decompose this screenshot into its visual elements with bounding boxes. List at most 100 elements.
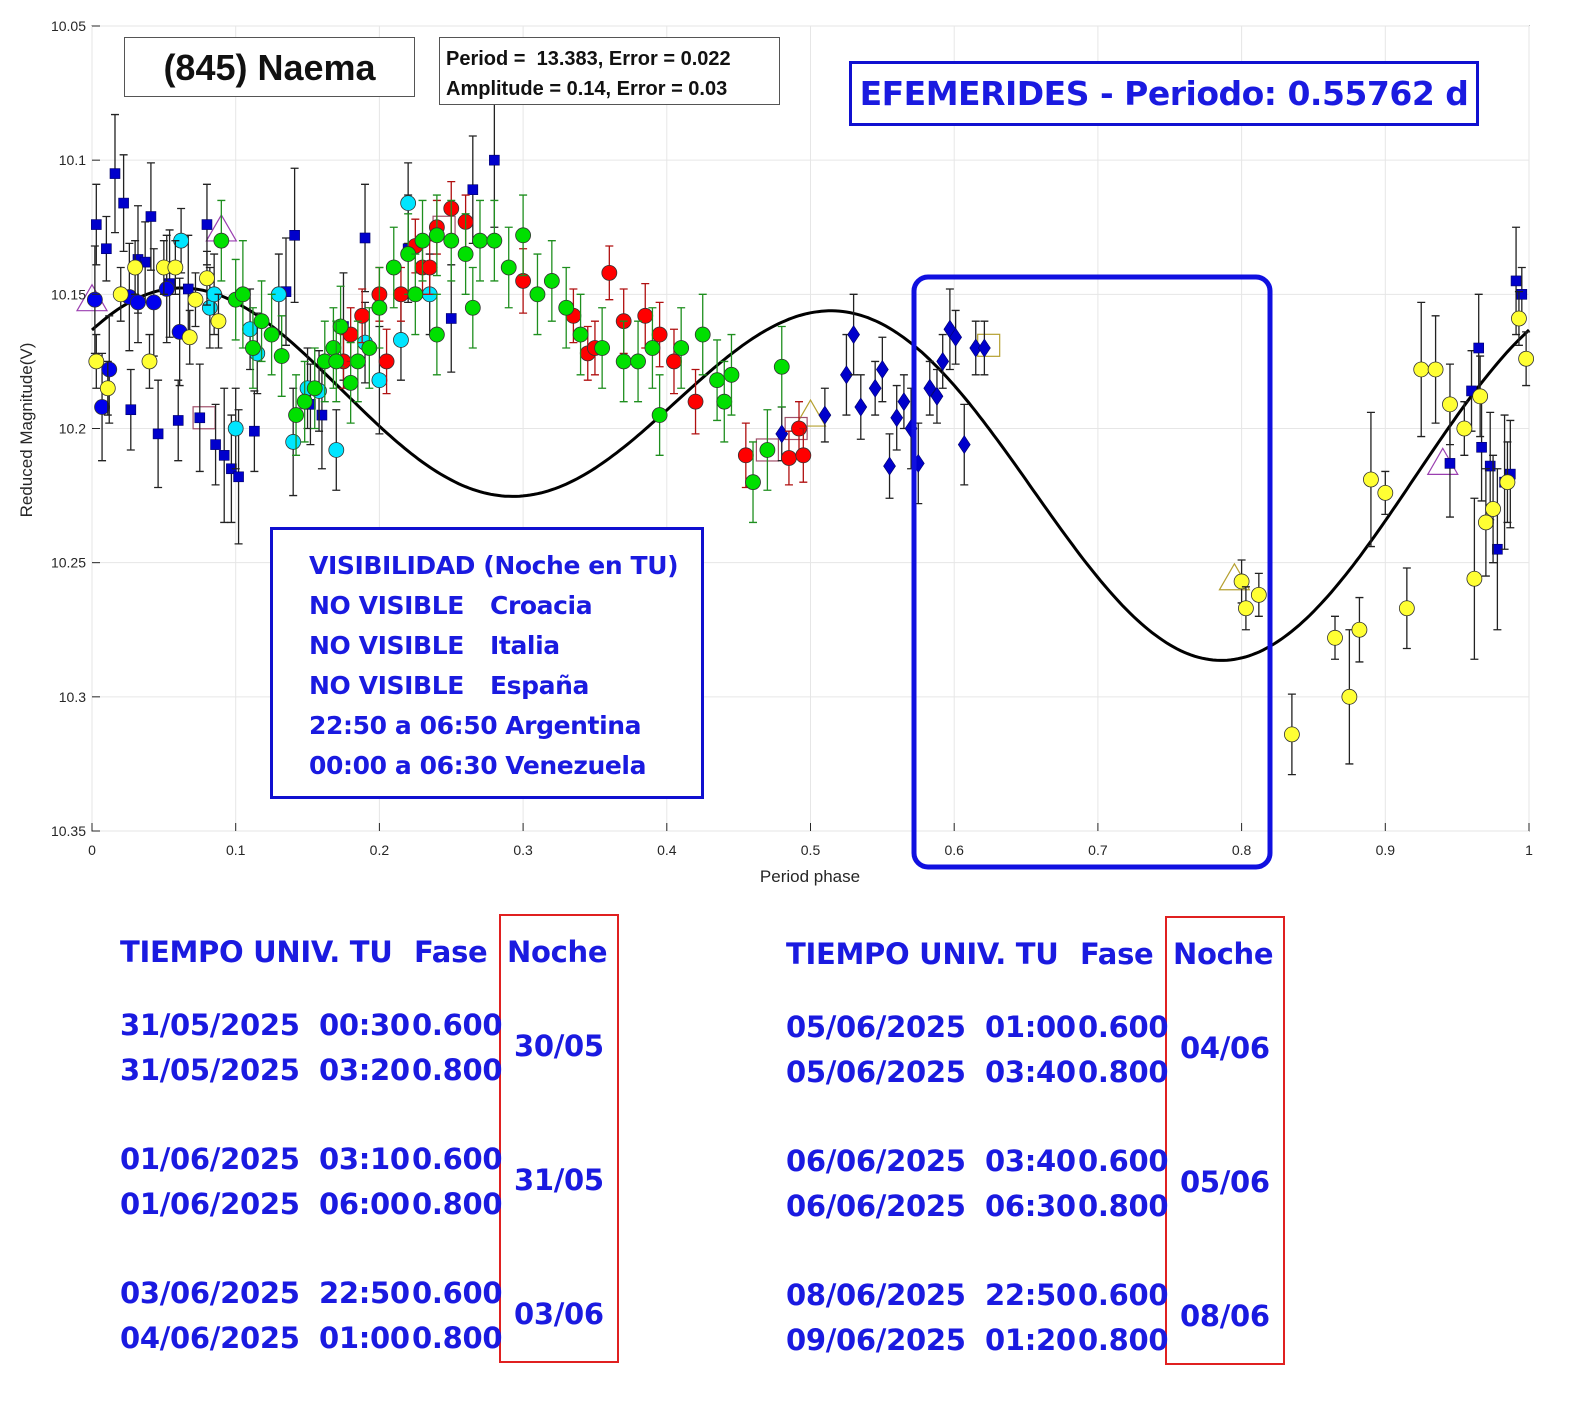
data-point-circle — [371, 372, 388, 389]
ephemeris-phase: 0.800 — [412, 1053, 503, 1087]
data-point-square — [152, 428, 164, 440]
ephemeris-phase: 0.800 — [1078, 1323, 1169, 1357]
night-column-box — [1165, 916, 1285, 1365]
night-label: 30/05 — [514, 1029, 604, 1063]
data-point-circle — [400, 195, 417, 212]
data-point-circle — [644, 340, 661, 356]
ephemeris-time: 06:00 — [319, 1187, 410, 1221]
data-point-square — [145, 211, 157, 222]
night-label: 05/06 — [1180, 1165, 1270, 1199]
data-point-circle — [234, 286, 251, 303]
x-tick-label: 0.7 — [1088, 842, 1108, 858]
y-tick-label: 10.05 — [51, 18, 86, 34]
data-point-square — [445, 313, 457, 324]
data-point-square — [289, 230, 300, 241]
ephemeris-time: 03:20 — [319, 1053, 410, 1087]
data-point-circle — [1283, 726, 1300, 743]
x-tick-label: 0.8 — [1232, 842, 1252, 858]
data-point-circle — [1511, 310, 1527, 327]
x-tick-label: 0.4 — [657, 842, 677, 858]
fit-period: Period = 13.383, Error = 0.022 — [446, 48, 731, 70]
ephemeris-date: 05/06/2025 — [786, 1055, 966, 1089]
data-point-circle — [273, 348, 290, 364]
data-point-circle — [666, 353, 682, 370]
data-point-circle — [371, 299, 388, 316]
data-point-square — [489, 154, 500, 166]
ephemeris-time: 06:30 — [985, 1189, 1076, 1223]
ephemeris-time: 01:20 — [985, 1323, 1076, 1357]
visibility-row: 22:50 a 06:50 Argentina — [309, 706, 701, 746]
data-point-circle — [737, 447, 754, 464]
data-point-circle — [795, 447, 812, 464]
visibility-row: NO VISIBLE Croacia — [309, 586, 701, 626]
data-point-circle — [716, 393, 733, 410]
visibility-row: NO VISIBLE España — [309, 666, 701, 706]
data-point-circle — [414, 232, 431, 249]
visibility-row: NO VISIBLE Italia — [309, 626, 701, 666]
data-point-circle — [443, 232, 460, 249]
data-point-circle — [781, 450, 797, 466]
data-point-circle — [342, 374, 359, 391]
ephemeris-time: 03:40 — [985, 1055, 1076, 1089]
visibility-list: NO VISIBLE Croacia NO VISIBLE Italia NO VISI… — [309, 586, 701, 786]
data-point-circle — [285, 434, 302, 450]
data-point-circle — [288, 407, 304, 423]
data-point-square — [233, 471, 244, 483]
data-point-circle — [213, 232, 230, 249]
data-point-circle — [1427, 361, 1444, 378]
visibility-place: Italia — [490, 631, 560, 660]
data-point-circle — [630, 353, 646, 370]
night-label: 08/06 — [1180, 1299, 1270, 1333]
visibility-place: Venezuela — [505, 751, 647, 780]
data-point-circle — [1363, 471, 1379, 488]
visibility-status: NO VISIBLE — [309, 671, 464, 700]
data-point-square — [118, 197, 129, 209]
y-tick-label: 10.35 — [51, 823, 86, 839]
y-tick-label: 10.15 — [51, 286, 86, 302]
data-point-circle — [245, 340, 261, 356]
data-point-circle — [421, 259, 438, 276]
fit-amplitude: Amplitude = 0.14, Error = 0.03 — [446, 78, 728, 100]
data-point-square — [218, 450, 230, 461]
visibility-box: VISIBILIDAD (Noche en TU) NO VISIBLE Croa… — [270, 527, 704, 799]
ephemeris-date: 03/06/2025 — [120, 1276, 300, 1310]
y-tick-label: 10.3 — [59, 689, 86, 705]
x-tick-label: 1 — [1525, 842, 1533, 858]
header-time: TIEMPO UNIV. TU — [120, 935, 393, 969]
ephemeris-phase: 0.600 — [412, 1142, 503, 1176]
ephemeris-title-box: EFEMERIDES - Periodo: 0.55762 d — [849, 61, 1479, 126]
data-point-square — [1476, 441, 1487, 453]
ephemeris-date: 08/06/2025 — [786, 1278, 966, 1312]
ephemeris-date: 31/05/2025 — [120, 1008, 300, 1042]
ephemeris-phase: 0.800 — [412, 1321, 503, 1355]
data-point-square — [1444, 458, 1456, 469]
data-point-square — [91, 219, 102, 230]
data-point-circle — [673, 340, 690, 356]
light-curve-chart: 0 0.1 0.2 0.3 0.4 0.5 0.6 0.7 0.8 0.9 1 10.05 10.1 1… — [17, 18, 1535, 886]
night-label: 31/05 — [514, 1163, 604, 1197]
data-point-circle — [112, 286, 129, 303]
data-point-circle — [615, 353, 632, 370]
data-point-circle — [88, 353, 105, 370]
visibility-place: España — [490, 671, 589, 700]
data-point-circle — [515, 227, 531, 244]
data-point-circle — [201, 299, 218, 316]
data-point-circle — [210, 313, 227, 330]
data-point-circle — [99, 380, 116, 397]
visibility-status: 00:00 a 06:30 — [309, 751, 498, 780]
data-point-circle — [1466, 570, 1483, 587]
data-point-circle — [745, 474, 761, 491]
data-point-circle — [1341, 688, 1358, 705]
data-point-circle — [500, 259, 517, 276]
data-point-square — [182, 283, 194, 295]
data-point-square — [194, 412, 206, 424]
ephemeris-time: 00:30 — [319, 1008, 410, 1042]
ephemeris-date: 31/05/2025 — [120, 1053, 300, 1087]
data-point-circle — [457, 246, 474, 262]
data-point-circle — [1472, 388, 1489, 405]
data-point-circle — [306, 380, 323, 397]
y-tick-label: 10.2 — [59, 421, 86, 437]
ephemeris-date: 04/06/2025 — [120, 1321, 300, 1355]
ephemeris-phase: 0.600 — [412, 1276, 503, 1310]
data-point-square — [467, 184, 479, 195]
